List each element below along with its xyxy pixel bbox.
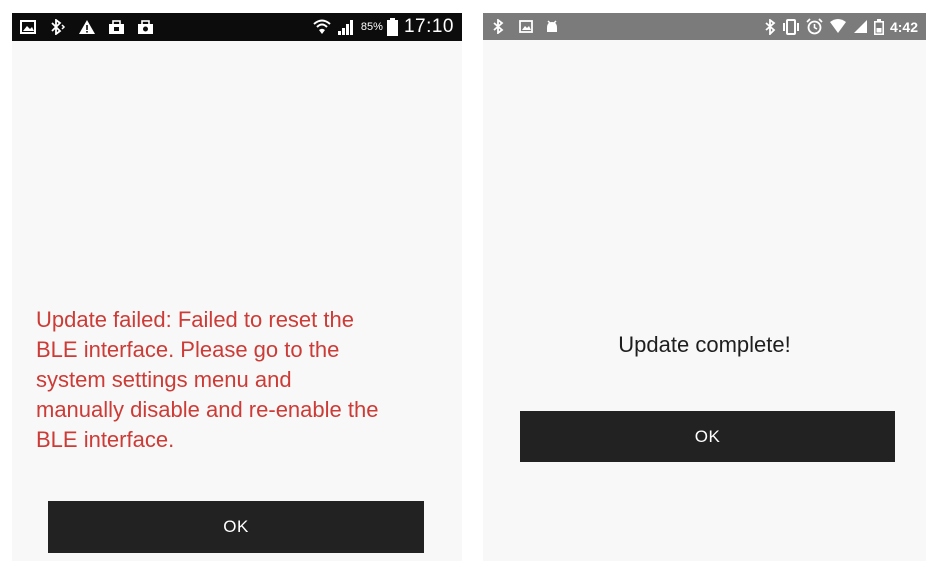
android-icon (545, 19, 559, 34)
image-icon (20, 20, 36, 34)
vibrate-icon (782, 18, 800, 35)
warning-icon (78, 19, 96, 35)
system-icons: 4:42 (764, 13, 918, 40)
ok-button[interactable]: OK (48, 501, 424, 553)
battery-icon (386, 18, 398, 36)
success-message: Update complete! (618, 332, 791, 357)
briefcase-icon (108, 19, 125, 35)
status-clock: 4:42 (889, 18, 918, 35)
alarm-icon (806, 18, 823, 35)
battery-icon (873, 18, 884, 35)
right-screen: 4:42 Update complete! OK (483, 13, 926, 561)
briefcase-alt-icon (137, 19, 154, 35)
image-icon (519, 20, 533, 33)
wifi-icon (829, 19, 847, 34)
bluetooth-icon (491, 19, 507, 34)
bluetooth-icon (48, 19, 66, 35)
battery-percent: 85% (360, 21, 383, 33)
notification-icons (20, 13, 154, 41)
ok-button[interactable]: OK (520, 411, 895, 462)
signal-icon (337, 18, 355, 36)
bluetooth-icon (764, 18, 776, 35)
error-message: Update failed: Failed to reset the BLE i… (36, 307, 379, 452)
system-icons: 85% 17:10 (313, 13, 454, 41)
status-bar: 85% 17:10 (12, 13, 462, 41)
left-screen: 85% 17:10 Update failed: Failed to reset… (12, 13, 462, 561)
status-bar: 4:42 (483, 13, 926, 40)
notification-icons (491, 13, 559, 40)
signal-icon (853, 19, 868, 34)
status-clock: 17:10 (403, 16, 454, 37)
wifi-icon (313, 18, 331, 36)
